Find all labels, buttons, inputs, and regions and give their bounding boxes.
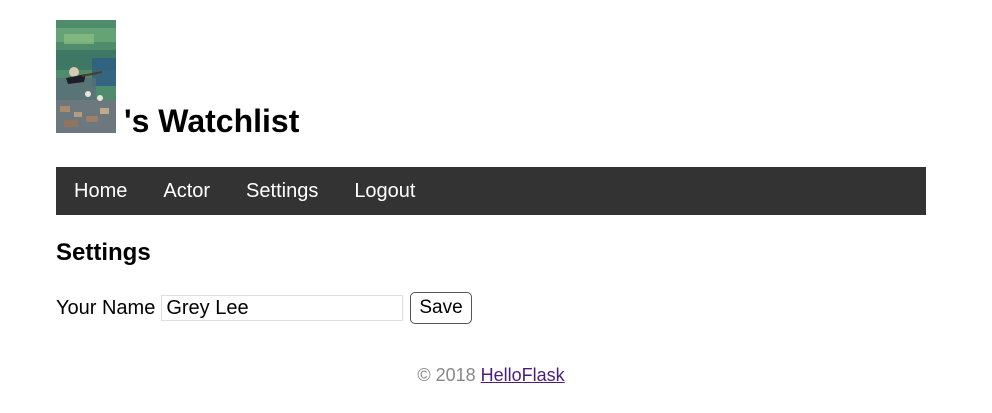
header: 's Watchlist xyxy=(56,0,926,147)
page-title: 's Watchlist xyxy=(124,103,300,139)
nav-item-actor[interactable]: Actor xyxy=(145,167,228,215)
nav-item-settings[interactable]: Settings xyxy=(228,167,336,215)
copyright-text: © 2018 xyxy=(417,365,476,385)
avatar xyxy=(56,20,116,133)
nav-item-logout[interactable]: Logout xyxy=(336,167,433,215)
settings-form: Your Name Save xyxy=(56,292,472,324)
name-input[interactable] xyxy=(161,295,404,321)
section-title: Settings xyxy=(56,239,151,266)
name-label: Your Name xyxy=(56,297,156,319)
page: 's Watchlist Home Actor Settings Logout … xyxy=(56,0,926,385)
nav-item-home[interactable]: Home xyxy=(56,167,145,215)
footer: © 2018 HelloFlask xyxy=(56,364,926,386)
avatar-image-icon xyxy=(56,20,116,133)
save-button[interactable]: Save xyxy=(410,292,472,324)
navbar: Home Actor Settings Logout xyxy=(56,167,926,215)
helloflask-link[interactable]: HelloFlask xyxy=(481,365,565,385)
